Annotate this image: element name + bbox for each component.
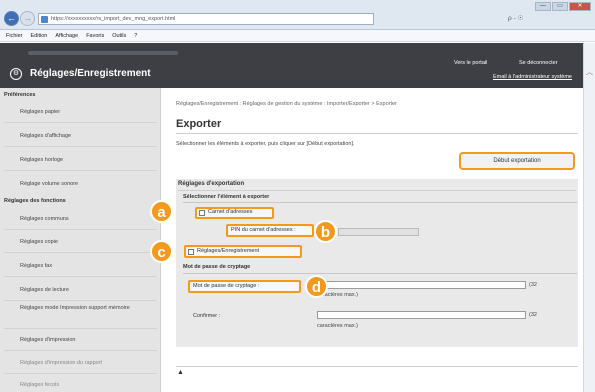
sidebar-item-scan[interactable]: Réglages de lecture xyxy=(20,286,150,294)
sidebar-divider xyxy=(4,276,157,277)
forward-icon[interactable]: → xyxy=(20,11,35,26)
password-field[interactable] xyxy=(317,281,526,289)
admin-email-link[interactable]: Email à l'administrateur système xyxy=(493,74,572,80)
title-divider xyxy=(176,133,578,134)
sidebar-divider xyxy=(4,122,157,123)
scroll-up-icon[interactable]: ︿ xyxy=(586,67,593,77)
sidebar-divider xyxy=(4,373,157,374)
menu-file[interactable]: Fichier xyxy=(6,30,23,41)
callout-d: d xyxy=(305,275,328,298)
sidebar: Préférences Réglages papier Réglages d'a… xyxy=(0,88,161,392)
sidebar-item-memory-print[interactable]: Réglages mode Impression support mémoire xyxy=(20,304,150,312)
address-bar[interactable]: https://xxxxxxxxxx/rs_import_dev_mng_exp… xyxy=(38,13,374,25)
sidebar-divider xyxy=(4,252,157,253)
select-items-heading: Sélectionner l'élément à exporter xyxy=(183,194,270,200)
confirm-password-field[interactable] xyxy=(317,311,526,319)
bottom-divider xyxy=(176,366,578,367)
back-icon[interactable]: ← xyxy=(4,11,19,26)
sidebar-item-display[interactable]: Réglages d'affichage xyxy=(20,132,150,140)
sidebar-section-functions: Réglages des fonctions xyxy=(4,198,66,204)
select-items-divider xyxy=(183,202,577,203)
instruction-text: Sélectionner les éléments à exporter, pu… xyxy=(176,141,355,147)
settings-logo-icon: ⚙ xyxy=(10,68,22,80)
sidebar-divider xyxy=(4,146,157,147)
password-heading: Mot de passe de cryptage xyxy=(183,264,251,270)
sidebar-divider xyxy=(4,300,157,301)
password-length-suffix: (32 xyxy=(529,282,537,288)
window-controls: — ▭ ✕ xyxy=(535,2,591,11)
export-settings-panel xyxy=(176,179,578,347)
start-export-button[interactable]: Début exportation xyxy=(459,152,575,170)
menu-edit[interactable]: Edition xyxy=(31,30,48,41)
panel-title: Réglages d'exportation xyxy=(178,181,245,187)
menu-favorites[interactable]: Favoris xyxy=(86,30,104,41)
sidebar-section-preferences: Préférences xyxy=(4,92,36,98)
logout-link[interactable]: Se déconnecter xyxy=(519,60,558,66)
pin-field[interactable] xyxy=(338,228,419,236)
settings-registration-label: Réglages/Enregistrement xyxy=(197,248,260,254)
menu-view[interactable]: Affichage xyxy=(55,30,78,41)
menu-tools[interactable]: Outils xyxy=(112,30,126,41)
sidebar-item-print[interactable]: Réglages d'impression xyxy=(20,336,150,344)
app-header: ⚙ Réglages/Enregistrement Vers le portai… xyxy=(0,43,583,88)
sidebar-divider xyxy=(4,229,157,230)
back-to-top-icon[interactable]: ▲ xyxy=(177,369,184,376)
sidebar-item-copy[interactable]: Réglages copie xyxy=(20,238,150,246)
confirm-label: Confirmer : xyxy=(193,313,221,319)
sidebar-divider xyxy=(4,350,157,351)
address-text: https://xxxxxxxxxx/rs_import_dev_mng_exp… xyxy=(51,16,176,22)
password-divider xyxy=(183,273,577,274)
sidebar-item-common[interactable]: Réglages communs xyxy=(20,215,150,223)
sidebar-item-clock[interactable]: Réglages horloge xyxy=(20,156,150,164)
sidebar-divider xyxy=(4,170,157,171)
address-book-label: Carnet d'adresses xyxy=(208,209,253,215)
sidebar-item-volume[interactable]: Réglage volume sonore xyxy=(20,180,150,188)
confirm-length-suffix: (32 xyxy=(529,312,537,318)
page-favicon-icon xyxy=(41,16,48,23)
browser-menu-bar: Fichier Edition Affichage Favoris Outils… xyxy=(0,30,595,42)
sidebar-divider xyxy=(4,328,157,329)
panel-divider xyxy=(178,190,576,191)
menu-help[interactable]: ? xyxy=(134,30,137,41)
vertical-scrollbar[interactable]: ︿ xyxy=(583,43,595,392)
sidebar-item-fecols[interactable]: Réglages fecols xyxy=(20,381,150,389)
maximize-icon[interactable]: ▭ xyxy=(552,2,568,11)
breadcrumb: Réglages/Enregistrement : Réglages de ge… xyxy=(176,101,397,107)
close-icon[interactable]: ✕ xyxy=(569,2,591,11)
search-refresh-control[interactable]: ρ - ☉ xyxy=(508,14,523,22)
minimize-icon[interactable]: — xyxy=(535,2,551,11)
address-book-checkbox[interactable] xyxy=(199,210,205,216)
page-title: Exporter xyxy=(176,118,222,130)
page-header-title: Réglages/Enregistrement xyxy=(30,68,151,79)
confirm-length-note: caractères max.) xyxy=(317,323,358,329)
portal-link[interactable]: Vers le portail xyxy=(454,60,487,66)
callout-c: c xyxy=(150,240,173,263)
password-label: Mot de passe de cryptage : xyxy=(193,283,260,289)
sidebar-item-fax[interactable]: Réglages fax xyxy=(20,262,150,270)
sidebar-item-paper[interactable]: Réglages papier xyxy=(20,108,150,116)
pin-label: PIN du carnet d'adresses : xyxy=(231,227,296,233)
callout-a: a xyxy=(150,200,173,223)
callout-b: b xyxy=(314,220,337,243)
browser-chrome: — ▭ ✕ ← → https://xxxxxxxxxx/rs_import_d… xyxy=(0,0,595,30)
blurred-device-name xyxy=(28,51,178,55)
sidebar-item-report-print[interactable]: Réglages d'impression du rapport xyxy=(20,359,150,367)
settings-registration-checkbox[interactable] xyxy=(188,249,194,255)
